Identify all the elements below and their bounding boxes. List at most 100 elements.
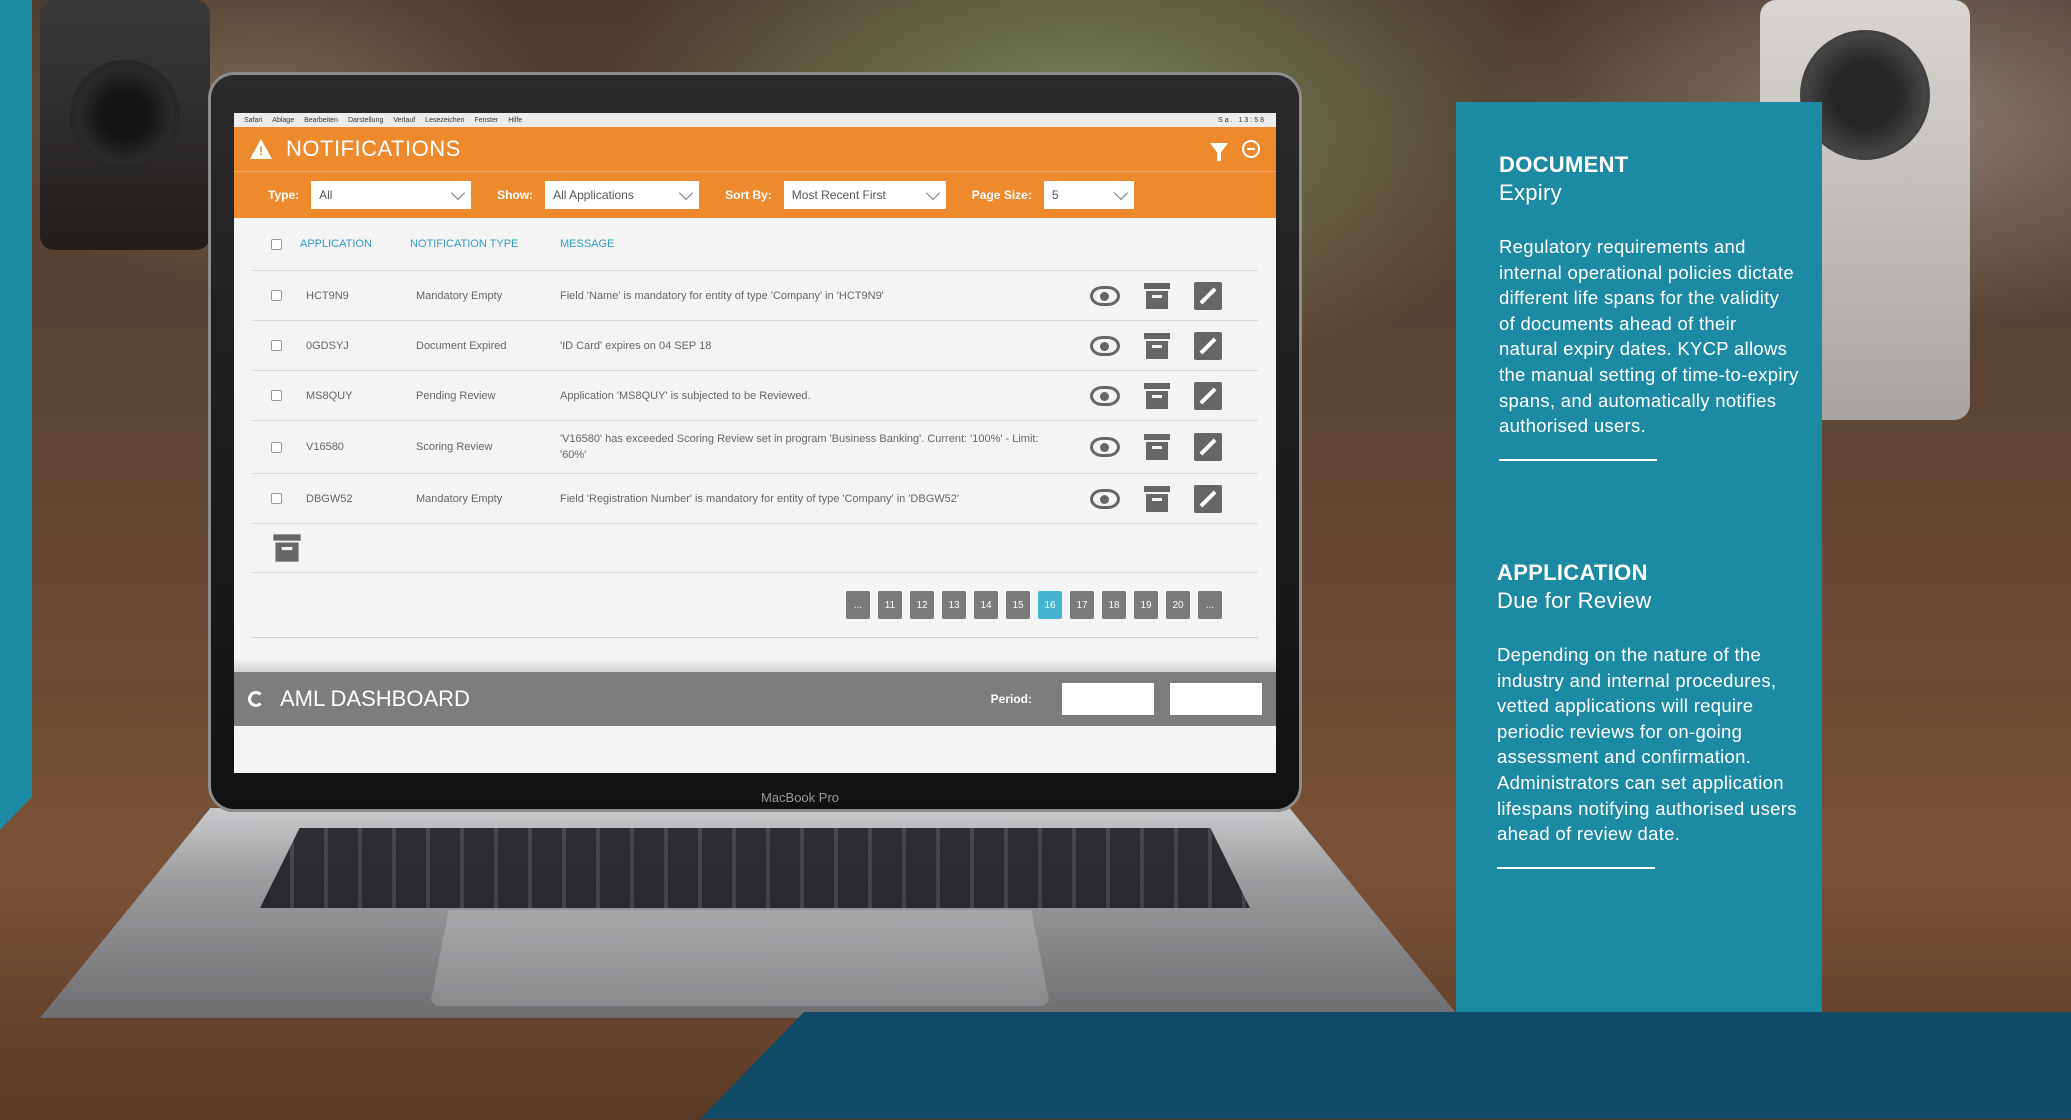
edit-icon[interactable] bbox=[1194, 331, 1222, 360]
row-application: MS8QUY bbox=[306, 389, 353, 402]
row-checkbox[interactable] bbox=[270, 340, 282, 351]
pagination: ... 11 12 13 14 15 16 17 18 19 20 ... bbox=[252, 573, 1258, 638]
page-button[interactable]: 12 bbox=[910, 591, 934, 619]
view-icon[interactable] bbox=[1090, 437, 1120, 457]
row-checkbox[interactable] bbox=[270, 390, 282, 401]
type-select[interactable]: All bbox=[311, 181, 472, 209]
type-select-value: All bbox=[319, 188, 333, 202]
select-all-checkbox[interactable] bbox=[270, 238, 282, 250]
type-label: Type: bbox=[268, 188, 300, 202]
table-header: APPLICATION NOTIFICATION TYPE MESSAGE bbox=[252, 218, 1258, 271]
filter-icon[interactable] bbox=[1210, 143, 1228, 161]
row-type: Mandatory Empty bbox=[416, 492, 503, 505]
aml-dashboard-header: AML DASHBOARD Period: bbox=[234, 672, 1276, 726]
page-size-select-value: 5 bbox=[1051, 188, 1059, 202]
row-application: 0GDSYJ bbox=[306, 339, 349, 352]
info-panel: DOCUMENT Expiry Regulatory requirements … bbox=[1456, 102, 1822, 1012]
column-message[interactable]: MESSAGE bbox=[560, 238, 1070, 250]
sort-select-value: Most Recent First bbox=[791, 188, 886, 202]
document-subheading: Expiry bbox=[1499, 180, 1562, 205]
edit-icon[interactable] bbox=[1194, 433, 1222, 461]
row-message: 'ID Card' expires on 04 SEP 18 bbox=[560, 339, 712, 352]
show-select[interactable]: All Applications bbox=[545, 181, 700, 209]
application-heading: APPLICATION bbox=[1497, 560, 1648, 585]
refresh-icon[interactable] bbox=[248, 691, 264, 707]
page-button[interactable]: ... bbox=[1198, 591, 1222, 619]
edit-icon[interactable] bbox=[1194, 484, 1222, 513]
page-button[interactable]: 14 bbox=[974, 591, 998, 619]
warning-icon: ! bbox=[250, 139, 272, 159]
left-accent-strip bbox=[0, 0, 32, 830]
collapse-icon[interactable] bbox=[1242, 140, 1260, 158]
page-button[interactable]: 11 bbox=[878, 591, 902, 619]
table-row: DBGW52 Mandatory Empty Field 'Registrati… bbox=[252, 474, 1258, 524]
table-row: HCT9N9 Mandatory Empty Field 'Name' is m… bbox=[252, 271, 1258, 321]
page-button[interactable]: ... bbox=[846, 591, 870, 619]
row-message: Field 'Registration Number' is mandatory… bbox=[560, 492, 959, 505]
row-application: DBGW52 bbox=[306, 492, 353, 505]
row-application: HCT9N9 bbox=[306, 289, 349, 302]
view-icon[interactable] bbox=[1090, 488, 1120, 509]
table-row: MS8QUY Pending Review Application 'MS8QU… bbox=[252, 371, 1258, 421]
filter-bar: Type: All Show: All Applications Sort By… bbox=[234, 171, 1276, 218]
menu-item[interactable]: Bearbeiten bbox=[304, 117, 338, 124]
view-icon[interactable] bbox=[1090, 285, 1120, 306]
menu-item[interactable]: Hilfe bbox=[508, 117, 522, 124]
menu-item[interactable]: Lesezeichen bbox=[425, 117, 464, 124]
page-button[interactable]: 18 bbox=[1102, 591, 1126, 619]
row-type: Document Expired bbox=[416, 339, 507, 352]
row-message: Application 'MS8QUY' is subjected to be … bbox=[560, 389, 811, 402]
bulk-actions bbox=[252, 524, 1258, 573]
row-checkbox[interactable] bbox=[270, 493, 282, 504]
page-button[interactable]: 20 bbox=[1166, 591, 1190, 619]
edit-icon[interactable] bbox=[1194, 281, 1222, 310]
row-application: V16580 bbox=[306, 441, 344, 453]
sort-select[interactable]: Most Recent First bbox=[783, 181, 946, 209]
archive-icon[interactable] bbox=[1144, 434, 1170, 460]
archive-icon[interactable] bbox=[1144, 332, 1170, 359]
application-body: Depending on the nature of the industry … bbox=[1497, 644, 1797, 845]
menu-item[interactable]: Ablage bbox=[272, 117, 294, 124]
view-icon[interactable] bbox=[1090, 385, 1120, 406]
page-size-select[interactable]: 5 bbox=[1043, 181, 1134, 209]
menu-item[interactable]: Safari bbox=[244, 117, 262, 124]
mac-menubar: Safari Ablage Bearbeiten Darstellung Ver… bbox=[234, 113, 1276, 127]
laptop-brand-label: MacBook Pro bbox=[760, 790, 840, 805]
chevron-down-icon bbox=[679, 185, 694, 200]
laptop-screen: Safari Ablage Bearbeiten Darstellung Ver… bbox=[234, 113, 1276, 773]
archive-icon[interactable] bbox=[1144, 485, 1170, 512]
edit-icon[interactable] bbox=[1194, 381, 1222, 410]
page-button[interactable]: 17 bbox=[1070, 591, 1094, 619]
column-application[interactable]: APPLICATION bbox=[300, 238, 410, 250]
row-checkbox[interactable] bbox=[270, 441, 282, 453]
application-subheading: Due for Review bbox=[1497, 588, 1652, 613]
sort-label: Sort By: bbox=[725, 188, 772, 202]
divider-rule bbox=[1499, 458, 1657, 461]
chevron-down-icon bbox=[1113, 185, 1128, 200]
menu-item[interactable]: Darstellung bbox=[348, 117, 383, 124]
show-select-value: All Applications bbox=[553, 188, 634, 202]
period-start-input[interactable] bbox=[1062, 683, 1154, 715]
document-body: Regulatory requirements and internal ope… bbox=[1499, 236, 1799, 437]
application-review-block: APPLICATION Due for Review Depending on … bbox=[1497, 560, 1797, 869]
archive-icon[interactable] bbox=[1144, 282, 1170, 309]
page-button-current[interactable]: 16 bbox=[1038, 591, 1062, 619]
row-type: Scoring Review bbox=[416, 441, 493, 453]
period-end-input[interactable] bbox=[1170, 683, 1262, 715]
page-button[interactable]: 19 bbox=[1134, 591, 1158, 619]
menubar-clock: Sa. 13:58 bbox=[1218, 116, 1266, 124]
laptop-trackpad bbox=[430, 910, 1050, 1006]
notifications-table: APPLICATION NOTIFICATION TYPE MESSAGE HC… bbox=[234, 218, 1276, 524]
document-expiry-block: DOCUMENT Expiry Regulatory requirements … bbox=[1499, 152, 1799, 461]
row-message: 'V16580' has exceeded Scoring Review set… bbox=[560, 433, 1039, 461]
row-checkbox[interactable] bbox=[270, 290, 282, 301]
bulk-archive-icon[interactable] bbox=[273, 534, 301, 562]
chevron-down-icon bbox=[925, 185, 940, 200]
page-button[interactable]: 13 bbox=[942, 591, 966, 619]
menu-item[interactable]: Fenster bbox=[474, 117, 498, 124]
page-button[interactable]: 15 bbox=[1006, 591, 1030, 619]
view-icon[interactable] bbox=[1090, 335, 1120, 356]
menu-item[interactable]: Verlauf bbox=[393, 117, 415, 124]
column-notification-type[interactable]: NOTIFICATION TYPE bbox=[410, 238, 560, 250]
archive-icon[interactable] bbox=[1144, 382, 1170, 409]
